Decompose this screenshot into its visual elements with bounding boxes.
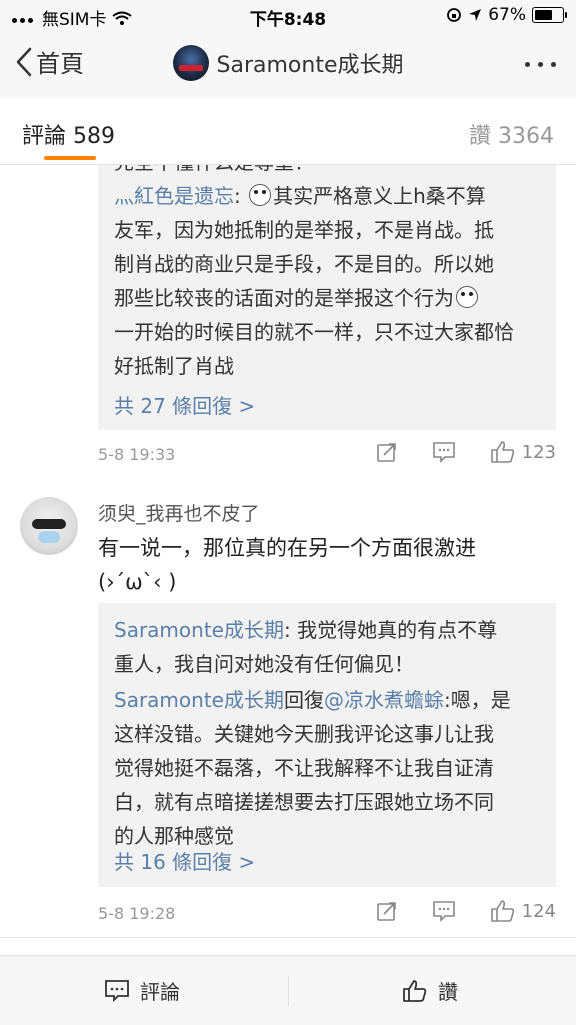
location-icon — [469, 9, 482, 21]
more-button[interactable] — [525, 62, 556, 67]
thumbs-up-icon — [490, 900, 514, 922]
comment-timestamp: 5-8 19:33 — [98, 445, 176, 464]
thumbs-up-icon — [490, 441, 514, 463]
comment-actions: 124 — [376, 899, 556, 923]
reply-text: 白，就有点暗搓搓想要去打压跟她立场不同 — [114, 790, 494, 814]
page-title: Saramonte成长期 — [216, 53, 404, 78]
tab-likes-label: 讚 — [468, 124, 491, 149]
active-tab-indicator — [44, 156, 96, 160]
reply-text: :嗯，是 — [443, 688, 511, 712]
nav-title[interactable]: Saramonte成长期 — [0, 45, 576, 81]
reply-text-line: 那些比较丧的话面对的是举报这个行为 — [114, 281, 542, 315]
reply-icon[interactable] — [432, 900, 456, 922]
tab-likes[interactable]: 讚 3364 — [469, 118, 554, 150]
battery-percent: 67% — [488, 5, 526, 25]
reply-author[interactable]: Saramonte成长期 — [114, 618, 284, 642]
bottom-action-bar: 評論 讚 — [0, 955, 576, 1025]
reply-word: 回復 — [283, 688, 324, 712]
reply-item[interactable]: 灬紅色是遗忘: 其实严格意义上h桑不算 — [114, 179, 542, 213]
reply-text: 觉得她挺不磊落，不让我解释不让我自证清 — [114, 756, 494, 780]
status-right: 67% — [446, 5, 567, 25]
comment-button[interactable]: 評論 — [104, 976, 180, 1005]
comment-meta: 5-8 19:28 124 — [98, 899, 556, 929]
repost-icon[interactable] — [376, 441, 398, 463]
comment-meta: 5-8 19:33 123 — [98, 440, 556, 470]
reply-colon: : — [234, 184, 248, 208]
reply-text: 一开始的时候目的就不一样，只不过大家都恰 — [114, 320, 514, 344]
reply-text-partial: 完全不懂什么是尊重！ — [114, 165, 542, 179]
reply-preview-box[interactable]: Saramonte成长期: 我觉得她真的有点不尊 重人，我自问对她没有任何偏见！… — [98, 603, 556, 887]
comment-body: 有一说一，那位真的在另一个方面很激进 (›´ω`‹ ) — [98, 531, 538, 599]
more-replies-link[interactable]: 共 16 條回復 > — [114, 845, 542, 879]
reply-preview-box[interactable]: 完全不懂什么是尊重！ 灬紅色是遗忘: 其实严格意义上h桑不算 友军，因为她抵制的… — [98, 165, 556, 430]
panda-emoji-icon — [249, 184, 272, 206]
divider — [0, 937, 576, 938]
comment-button-label: 評論 — [140, 980, 180, 1004]
like-count: 124 — [521, 900, 556, 922]
comment-text-line: (›´ω`‹ ) — [98, 570, 177, 594]
comment-username[interactable]: 须臾_我再也不皮了 — [98, 499, 260, 526]
reply-author[interactable]: Saramonte成长期 — [114, 688, 284, 712]
like-button[interactable]: 讚 — [402, 976, 458, 1005]
mention-link[interactable]: @凉水煮蟾蜍 — [324, 688, 444, 712]
more-replies-link[interactable]: 共 27 條回復 > — [114, 389, 542, 423]
avatar — [172, 45, 209, 81]
rotation-lock-icon — [447, 8, 462, 22]
like-button[interactable]: 123 — [490, 440, 556, 464]
avatar-mask — [38, 531, 60, 543]
reply-text: 友军，因为她抵制的是举报，不是肖战。抵 — [114, 218, 494, 242]
battery-fill — [535, 10, 552, 20]
reply-item[interactable]: Saramonte成长期回復@凉水煮蟾蜍:嗯，是 — [114, 683, 542, 717]
reply-text: 重人，我自问对她没有任何偏见！ — [114, 652, 414, 676]
reply-text: 这样没错。关键她今天删我评论这事儿让我 — [114, 722, 494, 746]
comment-actions: 123 — [376, 440, 556, 464]
avatar[interactable] — [20, 497, 78, 555]
comment-list[interactable]: 完全不懂什么是尊重！ 灬紅色是遗忘: 其实严格意义上h桑不算 友军，因为她抵制的… — [0, 165, 576, 955]
reply-icon[interactable] — [432, 441, 456, 463]
more-dot — [551, 62, 556, 67]
tab-comments-count: 589 — [73, 124, 116, 149]
thumbs-up-icon — [403, 979, 427, 1002]
tab-comments-label: 評論 — [22, 124, 67, 149]
comment-text-line: 有一说一，那位真的在另一个方面很激进 — [98, 536, 476, 560]
divider — [288, 976, 289, 1006]
reply-colon: : — [283, 618, 298, 642]
status-bar: 無SIM卡 下午8:48 67% — [0, 0, 576, 30]
reply-item[interactable]: Saramonte成长期: 我觉得她真的有点不尊 — [114, 613, 542, 647]
battery-icon — [532, 7, 567, 23]
like-button-label: 讚 — [438, 980, 458, 1004]
tab-bar: 評論 589 讚 3364 — [0, 98, 576, 165]
reply-text: 那些比较丧的话面对的是举报这个行为 — [114, 286, 454, 310]
avatar-glasses — [32, 519, 66, 529]
reply-text: 我觉得她真的有点不尊 — [297, 618, 498, 642]
like-count: 123 — [521, 441, 556, 463]
more-dot — [525, 62, 530, 67]
reply-text: 好抵制了肖战 — [114, 354, 234, 378]
tab-likes-count: 3364 — [498, 124, 554, 149]
comment-timestamp: 5-8 19:28 — [98, 904, 176, 923]
reply-text: 其实严格意义上h桑不算 — [273, 184, 486, 208]
panda-emoji-icon — [456, 286, 478, 308]
nav-bar: 首頁 Saramonte成长期 — [0, 30, 576, 98]
like-button[interactable]: 124 — [490, 899, 556, 923]
tab-comments[interactable]: 評論 589 — [22, 118, 115, 150]
comment-icon — [105, 979, 129, 1002]
reply-text: 制肖战的商业只是手段，不是目的。所以她 — [114, 252, 494, 276]
more-dot — [538, 62, 543, 67]
reply-author[interactable]: 灬紅色是遗忘 — [114, 184, 234, 208]
repost-icon[interactable] — [376, 900, 398, 922]
